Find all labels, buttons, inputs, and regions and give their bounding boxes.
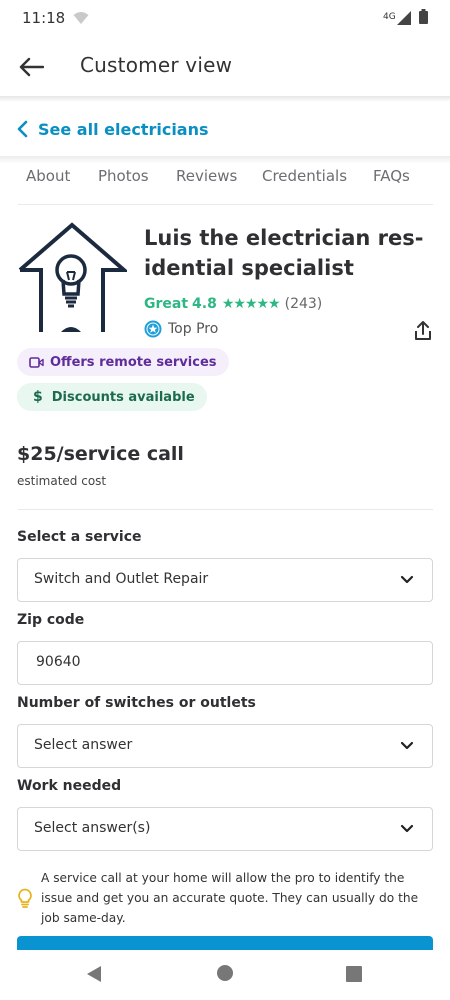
- price-amount: $25/service call: [17, 443, 184, 465]
- nav-recents-icon[interactable]: [345, 965, 363, 987]
- status-time: 11:18: [22, 9, 66, 27]
- review-count: (243): [284, 296, 323, 312]
- remote-services-label: Offers remote services: [50, 354, 217, 370]
- lightbulb-icon: [17, 888, 33, 912]
- see-all-label: See all electricians: [38, 119, 209, 139]
- battery-icon: [419, 9, 428, 28]
- see-all-electricians-link[interactable]: See all electricians: [16, 116, 209, 142]
- share-button[interactable]: [412, 320, 434, 342]
- nav-back-icon[interactable]: [85, 964, 103, 988]
- work-needed-select[interactable]: Select answer(s): [17, 807, 433, 851]
- system-nav-bar: [0, 950, 450, 1000]
- chevron-down-icon: [400, 575, 414, 584]
- dollar-icon: $: [33, 389, 43, 405]
- switches-count-label: Number of switches or outlets: [17, 695, 256, 711]
- top-pro-badge: Top Pro: [144, 319, 218, 339]
- service-select[interactable]: Switch and Outlet Repair: [17, 558, 433, 602]
- wifi-icon: [73, 10, 89, 29]
- discounts-label: Discounts available: [51, 389, 195, 405]
- video-camera-icon: [29, 356, 44, 368]
- service-label: Select a service: [17, 529, 142, 545]
- back-button[interactable]: [14, 50, 48, 84]
- network-type-label: 4G: [383, 12, 396, 22]
- price-subtitle: estimated cost: [17, 474, 107, 488]
- zip-code-input[interactable]: 90640: [17, 641, 433, 685]
- tab-photos[interactable]: Photos: [98, 167, 149, 185]
- signal-icon: [397, 10, 411, 29]
- profile-tabs: About Photos Reviews Credentials FAQs: [0, 164, 450, 204]
- tab-about[interactable]: About: [26, 167, 70, 185]
- discounts-badge: $ Discounts available: [17, 383, 207, 411]
- request-button[interactable]: [17, 936, 433, 950]
- switches-count-select[interactable]: Select answer: [17, 724, 433, 768]
- top-pro-label: Top Pro: [168, 321, 219, 337]
- tab-reviews[interactable]: Reviews: [176, 167, 237, 185]
- work-needed-value: Select answer(s): [34, 820, 151, 836]
- zip-code-value: 90640: [36, 654, 81, 670]
- service-select-value: Switch and Outlet Repair: [34, 571, 209, 587]
- chevron-down-icon: [400, 824, 414, 833]
- rating-summary[interactable]: Great 4.8 ★★★★★ (243): [144, 294, 322, 314]
- page-title: Customer view: [80, 53, 233, 77]
- chevron-down-icon: [400, 741, 414, 750]
- rating-word: Great: [144, 296, 189, 312]
- price-divider: [18, 509, 433, 510]
- app-bar: Customer view: [0, 36, 450, 96]
- section-divider: [0, 156, 450, 164]
- tabs-divider: [18, 204, 433, 205]
- work-needed-label: Work needed: [17, 778, 122, 794]
- status-bar: 11:18 4G: [0, 0, 450, 36]
- star-rating-icon: ★★★★★: [221, 296, 281, 312]
- remote-services-badge: Offers remote services: [17, 348, 229, 376]
- rating-value: 4.8: [192, 296, 217, 312]
- chevron-left-icon: [17, 120, 28, 138]
- app-bar-divider: [0, 96, 450, 102]
- top-pro-icon: [144, 320, 162, 338]
- share-icon: [415, 321, 431, 340]
- switches-count-value: Select answer: [34, 737, 133, 753]
- pro-name: Luis the electrician res-idential specia…: [144, 226, 424, 280]
- pro-profile-image[interactable]: [17, 222, 127, 332]
- notice-text: A service call at your home will allow t…: [41, 871, 419, 925]
- tab-credentials[interactable]: Credentials: [262, 167, 347, 185]
- tab-faqs[interactable]: FAQs: [373, 167, 410, 185]
- arrow-left-icon: [19, 57, 44, 77]
- zip-code-label: Zip code: [17, 612, 85, 628]
- nav-home-icon[interactable]: [216, 964, 234, 986]
